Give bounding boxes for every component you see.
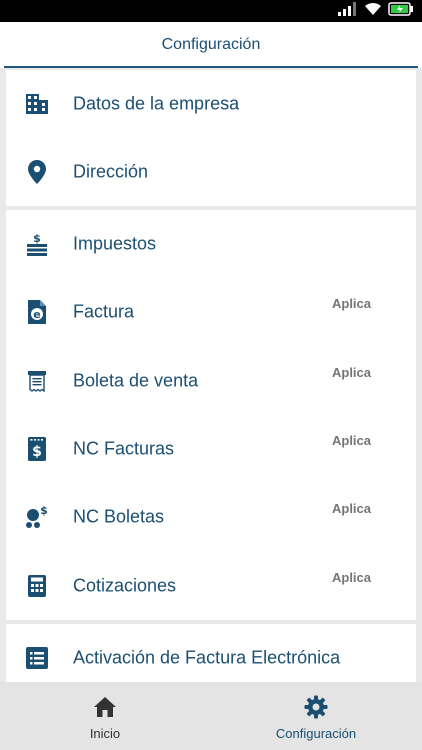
settings-list[interactable]: Datos de la empresa Dirección $ Impuesto… bbox=[0, 68, 422, 682]
settings-item-datos-empresa[interactable]: Datos de la empresa bbox=[6, 70, 416, 138]
applies-badge: Aplica bbox=[331, 570, 371, 585]
svg-text:$: $ bbox=[40, 504, 48, 517]
page-title: Configuración bbox=[161, 36, 261, 53]
app-header: Configuración bbox=[0, 22, 422, 68]
applies-badge: Aplica bbox=[331, 365, 371, 380]
signal-icon bbox=[338, 1, 358, 21]
nav-tab-configuracion[interactable]: Configuración bbox=[256, 682, 376, 750]
settings-item-impuestos[interactable]: $ Impuestos bbox=[6, 210, 416, 278]
coins-icon: $ bbox=[24, 504, 50, 530]
money-stack-icon: $ bbox=[24, 231, 50, 257]
nav-tab-inicio[interactable]: Inicio bbox=[55, 682, 155, 750]
settings-item-activacion-factura[interactable]: Activación de Factura Electrónica bbox=[6, 624, 416, 682]
settings-item-label: NC Boletas bbox=[73, 506, 165, 527]
settings-item-nc-facturas[interactable]: $ NC Facturas Aplica bbox=[6, 415, 416, 483]
section-activation: Activación de Factura Electrónica bbox=[6, 624, 416, 682]
section-documents: $ Impuestos e Factura Aplica Boleta de v… bbox=[6, 210, 416, 620]
settings-item-boleta-venta[interactable]: Boleta de venta Aplica bbox=[6, 347, 416, 415]
settings-item-label: NC Facturas bbox=[73, 438, 175, 459]
status-icons bbox=[338, 1, 414, 21]
receipt-icon bbox=[24, 368, 50, 394]
settings-item-label: Datos de la empresa bbox=[73, 93, 240, 114]
e-invoice-icon: e bbox=[24, 299, 50, 325]
settings-item-factura[interactable]: e Factura Aplica bbox=[6, 278, 416, 346]
location-pin-icon bbox=[24, 159, 50, 185]
dollar-document-icon: $ bbox=[24, 436, 50, 462]
settings-item-label: Factura bbox=[73, 301, 135, 322]
wifi-icon bbox=[364, 2, 382, 21]
settings-item-label: Boleta de venta bbox=[73, 370, 199, 391]
bottom-navigation: Inicio Configuración bbox=[0, 682, 422, 750]
settings-item-label: Cotizaciones bbox=[73, 575, 177, 596]
checklist-icon bbox=[24, 645, 50, 671]
svg-text:$: $ bbox=[32, 444, 42, 460]
svg-text:$: $ bbox=[33, 232, 41, 245]
settings-item-direccion[interactable]: Dirección bbox=[6, 138, 416, 206]
settings-item-label: Activación de Factura Electrónica bbox=[73, 647, 341, 668]
svg-text:e: e bbox=[33, 308, 40, 321]
calculator-icon bbox=[24, 573, 50, 599]
applies-badge: Aplica bbox=[331, 501, 371, 516]
gear-icon bbox=[303, 695, 329, 719]
settings-item-label: Impuestos bbox=[73, 233, 157, 254]
applies-badge: Aplica bbox=[331, 433, 371, 448]
nav-label: Inicio bbox=[89, 726, 121, 741]
battery-icon bbox=[388, 1, 414, 21]
settings-item-label: Dirección bbox=[73, 161, 149, 182]
home-icon bbox=[92, 695, 118, 719]
settings-item-nc-boletas[interactable]: $ NC Boletas Aplica bbox=[6, 483, 416, 551]
section-company: Datos de la empresa Dirección bbox=[6, 70, 416, 206]
nav-label: Configuración bbox=[275, 726, 357, 741]
building-icon bbox=[24, 91, 50, 117]
settings-item-cotizaciones[interactable]: Cotizaciones Aplica bbox=[6, 552, 416, 620]
status-bar bbox=[0, 0, 422, 22]
applies-badge: Aplica bbox=[331, 296, 371, 311]
